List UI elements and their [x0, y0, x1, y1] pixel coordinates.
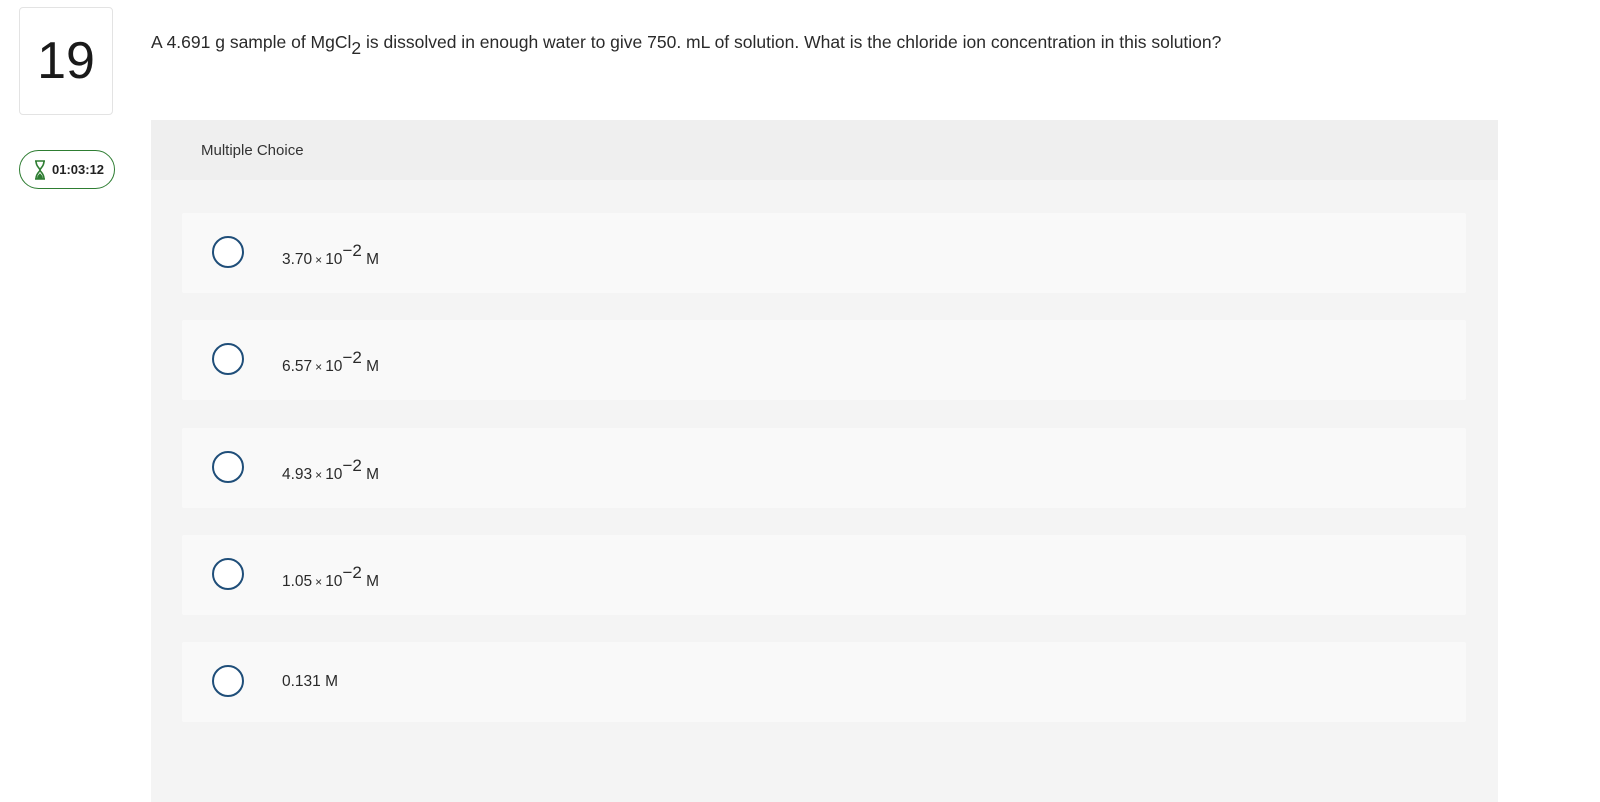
choice-label: 3.70 × 10−2 M	[282, 241, 380, 269]
question-subscript: 2	[351, 38, 362, 58]
radio-button[interactable]	[212, 558, 244, 590]
question-number: 19	[19, 7, 113, 115]
choice-option-5[interactable]: 0.131 M	[182, 642, 1466, 722]
choice-type-header: Multiple Choice	[151, 120, 1498, 180]
hourglass-icon	[34, 159, 46, 180]
question-text: A 4.691 g sample of MgCl2 is dissolved i…	[151, 30, 1222, 58]
choice-option-4[interactable]: 1.05 × 10−2 M	[182, 535, 1466, 615]
mantissa: 3.70	[282, 251, 313, 269]
base: 10	[325, 358, 343, 376]
exponent: −2	[342, 456, 362, 475]
exponent: −2	[342, 563, 362, 582]
times-sign: ×	[315, 575, 323, 590]
choice-option-1[interactable]: 3.70 × 10−2 M	[182, 213, 1466, 293]
radio-button[interactable]	[212, 451, 244, 483]
exponent: −2	[342, 241, 362, 260]
mantissa: 6.57	[282, 358, 313, 376]
choice-option-3[interactable]: 4.93 × 10−2 M	[182, 428, 1466, 508]
times-sign: ×	[315, 468, 323, 483]
times-sign: ×	[315, 360, 323, 375]
choice-option-2[interactable]: 6.57 × 10−2 M	[182, 320, 1466, 400]
unit: M	[366, 251, 380, 269]
choice-panel: Multiple Choice 3.70 × 10−2 M 6.57 × 10−2 M …	[151, 120, 1498, 802]
choice-label: 0.131 M	[282, 673, 339, 690]
base: 10	[325, 573, 343, 591]
base: 10	[325, 251, 343, 269]
choice-label: 4.93 × 10−2 M	[282, 456, 380, 484]
radio-button[interactable]	[212, 236, 244, 268]
timer-value: 01:03:12	[52, 162, 105, 177]
choice-label: 6.57 × 10−2 M	[282, 348, 380, 376]
unit: M	[366, 358, 380, 376]
base: 10	[325, 466, 343, 484]
question-text-after: is dissolved in enough water to give 750…	[361, 32, 1222, 52]
times-sign: ×	[315, 253, 323, 268]
question-text-before: A 4.691 g sample of MgCl	[151, 32, 352, 52]
timer-badge[interactable]: 01:03:12	[19, 150, 115, 189]
unit: M	[366, 573, 380, 591]
choice-label: 1.05 × 10−2 M	[282, 563, 380, 591]
mantissa: 4.93	[282, 466, 313, 484]
unit: M	[366, 466, 380, 484]
radio-button[interactable]	[212, 665, 244, 697]
mantissa: 1.05	[282, 573, 313, 591]
exponent: −2	[342, 348, 362, 367]
radio-button[interactable]	[212, 343, 244, 375]
